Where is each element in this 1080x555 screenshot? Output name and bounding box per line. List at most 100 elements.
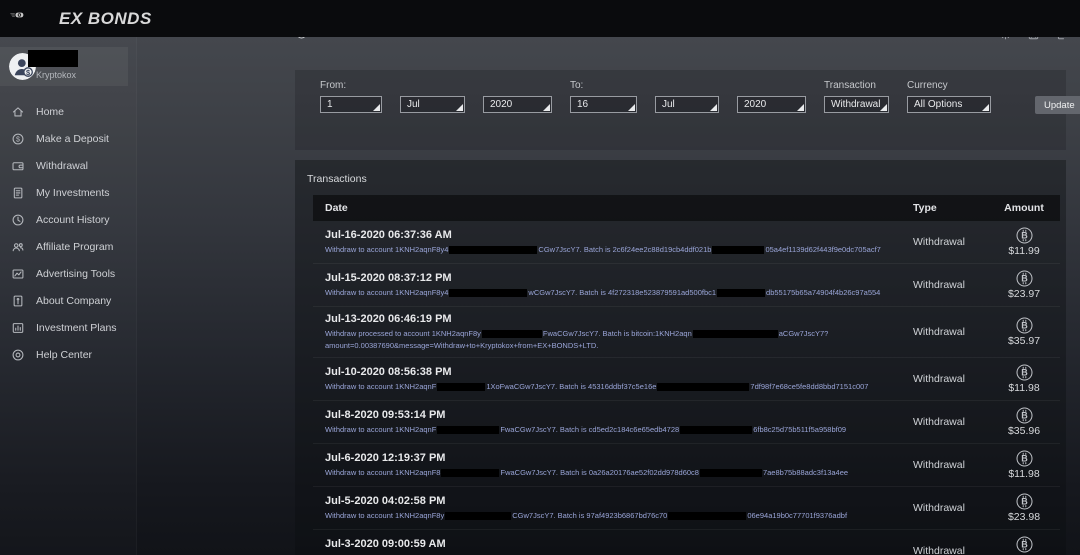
- detail-text: Withdraw to account 1KNH2aqnF: [325, 424, 437, 434]
- detail-text: db55175b65a74904f4b26c97a554: [766, 287, 881, 297]
- transaction-date: Jul-3-2020 09:00:59 AM: [325, 537, 446, 550]
- sidebar-menu: Home $ Make a Deposit Withdrawal My Investme…: [0, 98, 136, 368]
- user-profile[interactable]: $ Kryptokox: [0, 47, 128, 86]
- table-row: Jul-13-2020 06:46:19 PM Withdraw process…: [313, 307, 1060, 359]
- transaction-detail: Withdraw to account 1KNH2aqnF 1XoFwaCGw7J…: [325, 381, 913, 393]
- column-date: Date: [325, 202, 348, 214]
- detail-text: Withdraw to account 1KNH2aqnF8: [325, 467, 441, 477]
- bitcoin-icon: B: [1016, 227, 1033, 244]
- sidebar-item-about-company[interactable]: About Company: [0, 287, 136, 314]
- bitcoin-icon: B: [1016, 364, 1033, 381]
- detail-text: 1XoFwaCGw7JscY7. Batch is 45316ddbf37c5e…: [486, 381, 657, 391]
- sidebar-item-label: Home: [36, 105, 65, 118]
- transaction-amount: B $11.98: [988, 536, 1060, 555]
- redacted-text: [481, 330, 542, 339]
- sidebar-item-my-investments[interactable]: My Investments: [0, 179, 136, 206]
- transaction-detail: Withdraw to account 1KNH2aqnF8y4 CGw7JscY…: [325, 244, 913, 256]
- svg-text:B: B: [1021, 368, 1028, 378]
- transaction-detail: Withdraw to account 1KNH2aqnF FwaCGw7JscY…: [325, 424, 913, 436]
- transaction-date: Jul-8-2020 09:53:14 PM: [325, 408, 446, 421]
- sidebar-item-home[interactable]: Home: [0, 98, 136, 125]
- sidebar-item-affiliate-program[interactable]: Affiliate Program: [0, 233, 136, 260]
- redacted-text: [445, 511, 512, 520]
- from-day-select[interactable]: 1: [320, 96, 382, 113]
- redacted-username: [28, 50, 78, 67]
- bitcoin-icon: B: [1016, 536, 1033, 553]
- wallet-icon: [11, 159, 25, 173]
- app-logo-text: EX BONDS: [59, 8, 152, 28]
- redacted-text: [441, 468, 500, 477]
- sidebar-item-label: Advertising Tools: [36, 267, 116, 280]
- currency-label: Currency: [907, 80, 948, 91]
- transaction-date: Jul-15-2020 08:37:12 PM: [325, 271, 452, 284]
- to-month-select[interactable]: Jul: [655, 96, 719, 113]
- svg-text:B: B: [1021, 274, 1028, 284]
- transaction-type: Withdrawal: [913, 416, 965, 429]
- table-row: Jul-15-2020 08:37:12 PM Withdraw to acco…: [313, 264, 1060, 307]
- transaction-date: Jul-6-2020 12:19:37 PM: [325, 451, 446, 464]
- table-body: Jul-16-2020 06:37:36 AM Withdraw to acco…: [313, 221, 1060, 555]
- to-day-select[interactable]: 16: [570, 96, 637, 113]
- home-icon: [11, 105, 25, 119]
- from-month-select[interactable]: Jul: [400, 96, 465, 113]
- table-row: Jul-8-2020 09:53:14 PM Withdraw to accou…: [313, 401, 1060, 445]
- history-icon: [11, 213, 25, 227]
- detail-text: 7df98f7e68ce5fe8dd8bbd7151c007: [750, 381, 869, 391]
- table-row: Jul-5-2020 04:02:58 PM Withdraw to accou…: [313, 487, 1060, 531]
- top-bar: $ EX BONDS: [0, 0, 1080, 37]
- sidebar-item-account-history[interactable]: Account History: [0, 206, 136, 233]
- transaction-date: Jul-10-2020 08:56:38 PM: [325, 365, 452, 378]
- amount-value: $11.98: [1008, 382, 1040, 395]
- sidebar-item-make-a-deposit[interactable]: $ Make a Deposit: [0, 125, 136, 152]
- deposit-icon: $: [11, 132, 25, 146]
- plans-icon: [11, 321, 25, 335]
- transaction-date: Jul-13-2020 06:46:19 PM: [325, 313, 452, 325]
- sidebar-item-label: Affiliate Program: [36, 240, 114, 253]
- transaction-amount: B $35.96: [988, 407, 1060, 437]
- svg-text:B: B: [1021, 411, 1028, 421]
- transaction-amount: B $23.97: [988, 270, 1060, 300]
- from-label: From:: [320, 80, 347, 91]
- from-year-select[interactable]: 2020: [483, 96, 552, 113]
- transaction-detail: Withdraw processed to account 1KNH2aqnF8…: [325, 328, 913, 351]
- help-icon: [11, 348, 25, 362]
- redacted-text: [712, 245, 765, 254]
- app-logo[interactable]: $ EX BONDS: [10, 8, 152, 30]
- username: Kryptokox: [36, 70, 77, 80]
- sidebar-item-withdrawal[interactable]: Withdrawal: [0, 152, 136, 179]
- currency-select[interactable]: All Options: [907, 96, 991, 113]
- update-button[interactable]: Update: [1035, 96, 1080, 114]
- detail-text: FwaCGw7JscY7. Batch is 0a26a20176ae52f02…: [500, 467, 699, 477]
- column-type: Type: [913, 202, 937, 214]
- detail-text: FwaCGw7JscY7. Batch is bitcoin:1KNH2aqn: [542, 329, 692, 338]
- detail-text: CGw7JscY7. Batch is 97af4923b6867bd76c70: [512, 510, 668, 520]
- sidebar-item-help-center[interactable]: Help Center: [0, 341, 136, 368]
- detail-text: 7ae8b75b88adc3f13a4ee: [762, 467, 849, 477]
- detail-text: CGw7JscY7. Batch is 2c6f24ee2c88d19cb4dd…: [538, 244, 712, 254]
- transaction-date: Jul-5-2020 04:02:58 PM: [325, 494, 446, 507]
- transaction-type: Withdrawal: [913, 545, 965, 555]
- bitcoin-icon: B: [1016, 317, 1033, 334]
- sidebar-item-advertising-tools[interactable]: Advertising Tools: [0, 260, 136, 287]
- advertising-icon: [11, 267, 25, 281]
- transactions-section-title: Transactions: [307, 173, 367, 185]
- transaction-detail: Withdraw to account 1KNH2aqnF8 FwaCGw7Jsc…: [325, 467, 913, 479]
- svg-text:B: B: [1021, 454, 1028, 464]
- sidebar-item-investment-plans[interactable]: Investment Plans: [0, 314, 136, 341]
- sidebar: $ Kryptokox Home $ Make a Deposit Withdrawa…: [0, 37, 137, 555]
- detail-text: Withdraw to account 1KNH2aqnF8y: [325, 510, 445, 520]
- flying-money-icon: $: [10, 8, 56, 30]
- sidebar-item-label: About Company: [36, 294, 112, 307]
- transaction-type: Withdrawal: [913, 236, 965, 248]
- redacted-text: [449, 288, 528, 297]
- detail-text: amount=0.00387690&message=Withdraw+to+Kr…: [325, 340, 599, 350]
- transaction-type-select[interactable]: Withdrawal: [824, 96, 889, 113]
- transaction-type: Withdrawal: [913, 279, 965, 291]
- transaction-label: Transaction: [824, 80, 876, 91]
- transaction-type: Withdrawal: [913, 373, 965, 386]
- transaction-date: Jul-16-2020 06:37:36 AM: [325, 228, 452, 241]
- to-year-select[interactable]: 2020: [737, 96, 806, 113]
- redacted-text: [657, 382, 750, 391]
- amount-value: $11.98: [1008, 468, 1040, 481]
- svg-text:B: B: [1021, 231, 1028, 241]
